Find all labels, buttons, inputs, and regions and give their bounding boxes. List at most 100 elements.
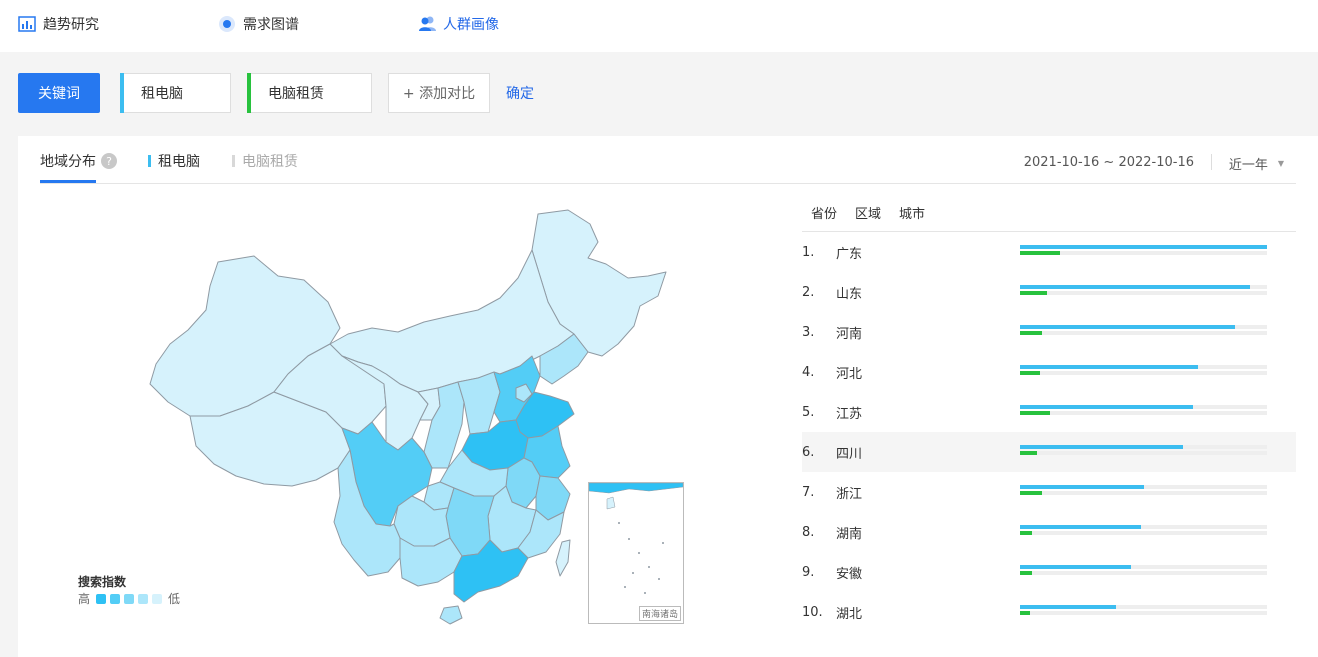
bar-track: [1020, 491, 1267, 495]
rank-index: 8.: [802, 524, 815, 540]
keyword-label: 租电脑: [141, 86, 183, 102]
region-zhejiang: [535, 475, 571, 521]
rank-index: 7.: [802, 484, 815, 500]
rank-province-name: 广东: [836, 246, 863, 262]
ranking-tabs: 省份 区域 城市: [811, 203, 943, 222]
bar-track: [1020, 291, 1267, 295]
table-row[interactable]: 5. 江苏: [802, 392, 1296, 432]
region-shanxi: [457, 371, 501, 435]
bar-keyword-1: [1020, 285, 1250, 289]
bar-keyword-1: [1020, 445, 1184, 449]
tab-underline: [40, 180, 96, 183]
rank-province-name: 湖南: [836, 526, 863, 542]
table-row[interactable]: 9. 安徽: [802, 552, 1296, 592]
table-row[interactable]: 1. 广东: [802, 232, 1296, 272]
bar-track: [1020, 331, 1267, 335]
rank-bars: [1020, 325, 1267, 339]
keyword-input-1[interactable]: 租电脑: [120, 73, 231, 113]
table-row[interactable]: 3. 河南: [802, 312, 1296, 352]
nav-demand-graph[interactable]: 需求图谱: [218, 14, 299, 34]
rank-province-name: 浙江: [836, 486, 863, 502]
tab-province[interactable]: 省份: [811, 203, 837, 222]
rank-bars: [1020, 485, 1267, 499]
rank-index: 3.: [802, 324, 815, 340]
caret-down-icon: ▼: [1277, 159, 1284, 168]
bar-track: [1020, 451, 1267, 455]
table-row[interactable]: 4. 河北: [802, 352, 1296, 392]
rank-bars: [1020, 365, 1267, 379]
rank-index: 6.: [802, 444, 815, 460]
rank-index: 4.: [802, 364, 815, 380]
period-select[interactable]: 近一年 ▼: [1229, 154, 1284, 173]
bar-keyword-1: [1020, 325, 1235, 329]
bar-keyword-1: [1020, 485, 1144, 489]
rank-bars: [1020, 445, 1267, 459]
rank-bars: [1020, 525, 1267, 539]
table-row[interactable]: 10. 湖北: [802, 592, 1296, 632]
bar-keyword-2: [1020, 331, 1043, 335]
rank-index: 2.: [802, 284, 815, 300]
rank-province-name: 湖北: [836, 606, 863, 622]
bar-track: [1020, 371, 1267, 375]
keyword-color-bar: [120, 73, 124, 113]
keyword-color-bar: [247, 73, 251, 113]
bar-track: [1020, 411, 1267, 415]
bar-keyword-2: [1020, 411, 1050, 415]
legend-mark: [232, 155, 235, 167]
panel-tab-bar: 地域分布 ? 租电脑 电脑租赁 2021-10-16 ~ 2022-10-16 …: [40, 136, 1296, 184]
add-compare-button[interactable]: + 添加对比: [388, 73, 490, 113]
bar-keyword-2: [1020, 491, 1043, 495]
bar-keyword-1: [1020, 405, 1193, 409]
bar-keyword-1: [1020, 245, 1267, 249]
nav-crowd-portrait[interactable]: 人群画像: [418, 14, 499, 34]
help-icon[interactable]: ?: [101, 153, 117, 169]
bar-keyword-1: [1020, 365, 1198, 369]
rank-province-name: 河北: [836, 366, 863, 382]
rank-bars: [1020, 245, 1267, 259]
keyword-input-2[interactable]: 电脑租赁: [247, 73, 372, 113]
region-hainan: [439, 605, 463, 625]
top-nav: 趋势研究 需求图谱 人群画像: [0, 0, 1318, 52]
table-row[interactable]: 2. 山东: [802, 272, 1296, 312]
rank-bars: [1020, 565, 1267, 579]
inset-label: 南海诸岛: [638, 606, 681, 621]
nav-trend-research[interactable]: 趋势研究: [18, 14, 99, 34]
users-icon: [418, 15, 438, 33]
legend-swatch: [124, 593, 135, 604]
bar-keyword-2: [1020, 451, 1038, 455]
bar-keyword-2: [1020, 291, 1048, 295]
table-row[interactable]: 7. 浙江: [802, 472, 1296, 512]
legend-swatch: [152, 593, 163, 604]
legend-swatch: [110, 593, 121, 604]
bar-track: [1020, 611, 1267, 615]
table-row[interactable]: 8. 湖南: [802, 512, 1296, 552]
divider: [1211, 154, 1212, 170]
rank-index: 5.: [802, 404, 815, 420]
rank-province-name: 四川: [836, 446, 863, 462]
table-row[interactable]: 6. 四川: [802, 432, 1296, 472]
keyword-button[interactable]: 关键词: [18, 73, 100, 113]
rank-province-name: 山东: [836, 286, 863, 302]
rank-bars: [1020, 405, 1267, 419]
south-china-sea-inset: 南海诸岛: [588, 482, 684, 624]
legend-keyword-1[interactable]: 租电脑: [148, 151, 200, 171]
legend-keyword-2[interactable]: 电脑租赁: [232, 151, 298, 171]
tab-region-distribution[interactable]: 地域分布 ?: [40, 151, 117, 171]
tab-area[interactable]: 区域: [855, 203, 881, 222]
rank-index: 9.: [802, 564, 815, 580]
bar-track: [1020, 571, 1267, 575]
legend-low-label: 低: [168, 592, 181, 606]
bar-keyword-2: [1020, 531, 1033, 535]
region-taiwan: [555, 539, 571, 577]
confirm-link[interactable]: 确定: [506, 83, 534, 103]
legend-mark: [148, 155, 151, 167]
map-legend-title: 搜索指数: [78, 575, 127, 589]
bar-keyword-1: [1020, 525, 1142, 529]
legend-swatch: [96, 593, 107, 604]
rank-bars: [1020, 285, 1267, 299]
rank-index: 10.: [802, 604, 823, 620]
rank-province-name: 江苏: [836, 406, 863, 422]
region-panel: 地域分布 ? 租电脑 电脑租赁 2021-10-16 ~ 2022-10-16 …: [18, 136, 1318, 657]
map-legend: 高 低: [78, 590, 180, 607]
tab-city[interactable]: 城市: [899, 203, 925, 222]
